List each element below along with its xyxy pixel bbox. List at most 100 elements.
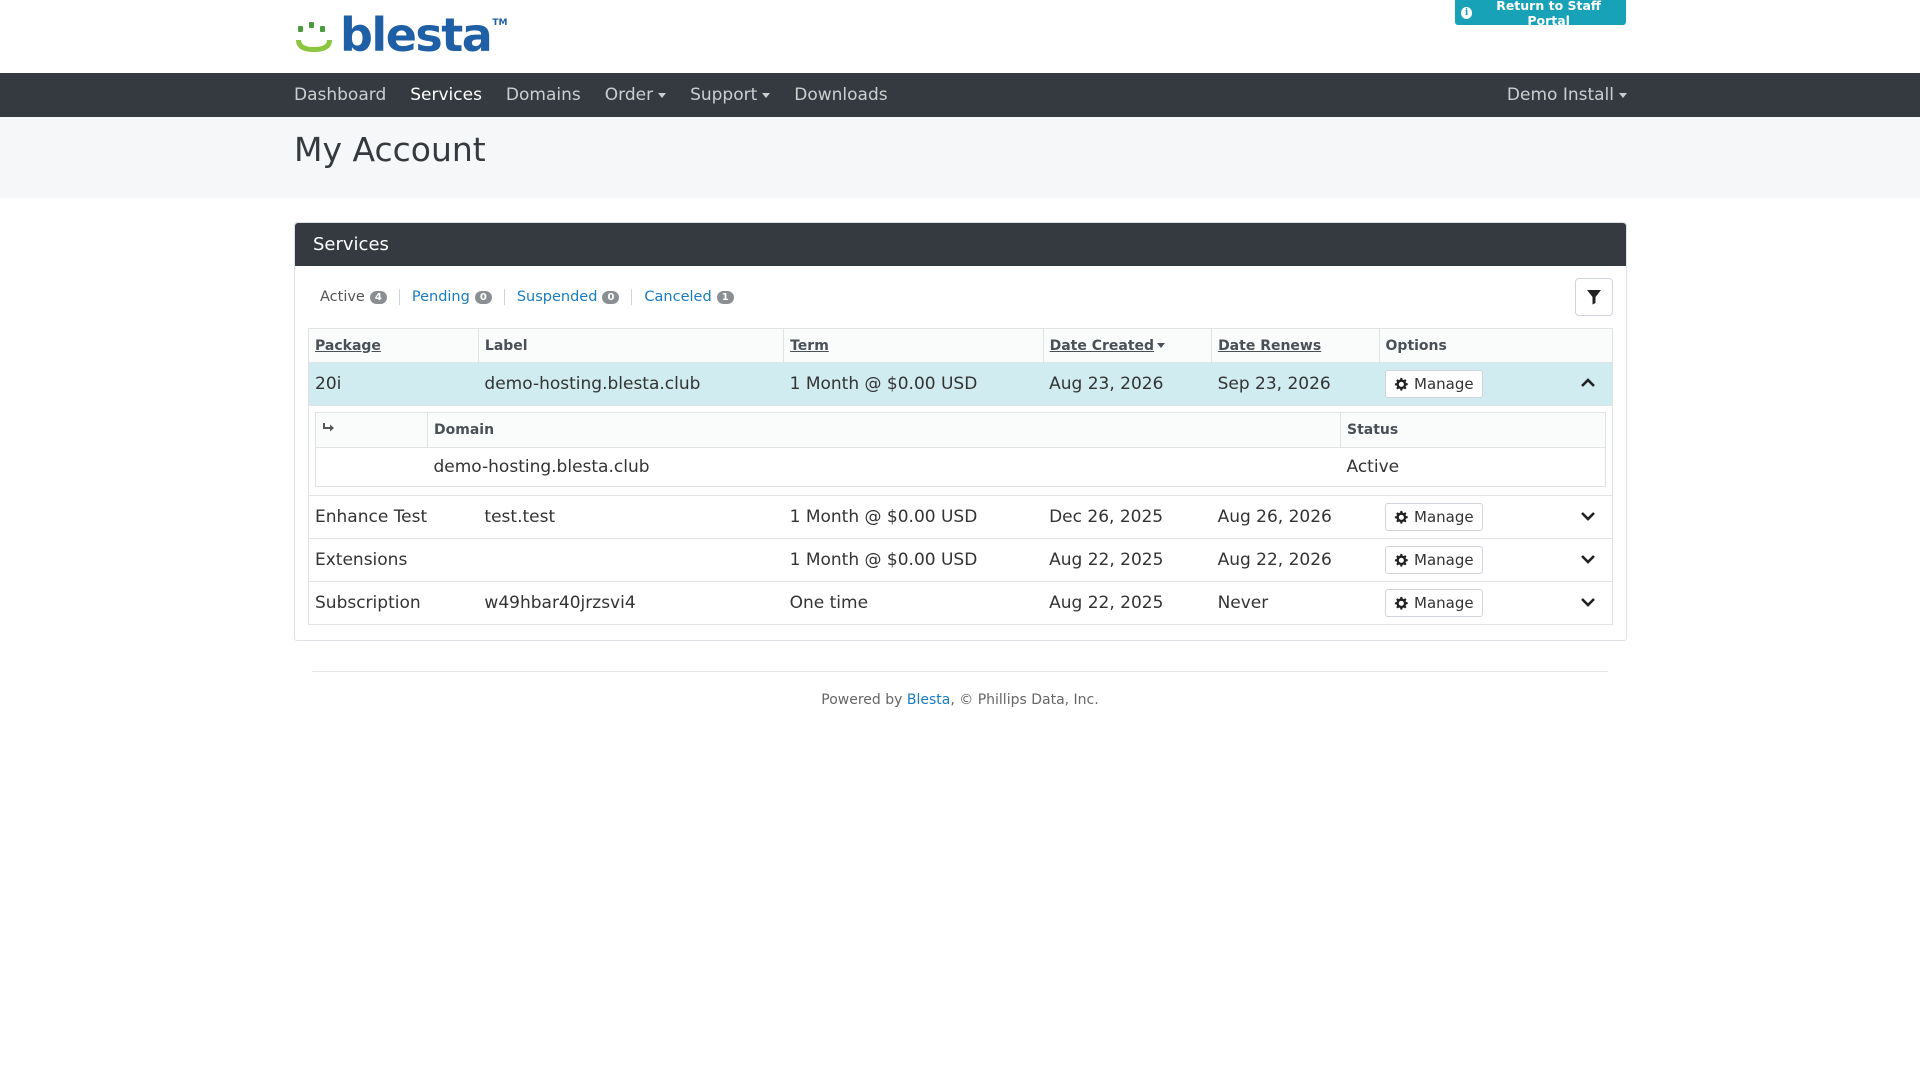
sort-desc-icon xyxy=(1157,343,1166,348)
expanded-detail-row: Domain Status demo-hosting.blesta.club A… xyxy=(308,405,1613,496)
cell-toggle[interactable] xyxy=(1574,581,1613,625)
gear-icon xyxy=(1394,596,1408,610)
column-label: Label xyxy=(478,328,785,363)
manage-button[interactable]: Manage xyxy=(1385,546,1483,574)
manage-label: Manage xyxy=(1414,375,1474,393)
logo-smile-icon xyxy=(294,18,336,58)
site-header: blesta TM i Return to Staff Portal xyxy=(0,0,1920,73)
filter-icon xyxy=(1587,290,1601,305)
status-tabs: Active 4 Pending 0 Suspended 0 Canceled … xyxy=(308,266,1613,328)
cell-term: One time xyxy=(783,581,1044,625)
main-nav: Dashboard Services Domains Order Support… xyxy=(0,73,1920,117)
site-footer: Powered by Blesta, © Phillips Data, Inc. xyxy=(312,671,1608,708)
reply-arrow-header xyxy=(315,412,428,448)
nav-dashboard[interactable]: Dashboard xyxy=(294,85,386,105)
gear-icon xyxy=(1394,510,1408,524)
table-row[interactable]: 20i demo-hosting.blesta.club 1 Month @ $… xyxy=(308,362,1613,406)
services-table: Package Label Term Date Created Date Ren… xyxy=(308,328,1613,625)
count-badge: 4 xyxy=(369,290,387,304)
gear-icon xyxy=(1394,377,1408,391)
status-tab-label: Active xyxy=(320,289,365,305)
services-card-title: Services xyxy=(295,223,1626,266)
return-to-staff-portal-button[interactable]: i Return to Staff Portal xyxy=(1455,0,1626,28)
service-detail-table: Domain Status demo-hosting.blesta.club A… xyxy=(315,412,1606,487)
account-menu[interactable]: Demo Install xyxy=(1507,85,1627,105)
status-tab-suspended[interactable]: Suspended 0 xyxy=(503,289,632,305)
filter-button[interactable] xyxy=(1575,278,1613,316)
detail-column-domain: Domain xyxy=(427,412,1341,448)
nav-domains[interactable]: Domains xyxy=(506,85,581,105)
cell-term: 1 Month @ $0.00 USD xyxy=(783,495,1044,539)
manage-button[interactable]: Manage xyxy=(1385,589,1483,617)
nav-support-label: Support xyxy=(690,85,758,105)
table-header-row: Package Label Term Date Created Date Ren… xyxy=(308,328,1613,363)
column-package[interactable]: Package xyxy=(308,328,479,363)
cell-date-created: Aug 22, 2025 xyxy=(1043,581,1212,625)
caret-down-icon xyxy=(1619,92,1627,98)
cell-date-created: Aug 23, 2026 xyxy=(1043,362,1212,406)
detail-spacer xyxy=(316,448,428,487)
cell-label: w49hbar40jrzsvi4 xyxy=(478,581,784,625)
caret-down-icon xyxy=(762,92,771,98)
footer-blesta-link[interactable]: Blesta xyxy=(907,692,950,708)
gear-icon xyxy=(1394,553,1408,567)
logo-text: blesta xyxy=(340,8,493,62)
blesta-logo[interactable]: blesta TM xyxy=(294,12,507,58)
column-date-created-label: Date Created xyxy=(1049,337,1155,354)
nav-downloads[interactable]: Downloads xyxy=(794,85,887,105)
cell-options: Manage xyxy=(1379,495,1574,539)
manage-label: Manage xyxy=(1414,594,1474,612)
detail-header-row: Domain Status xyxy=(315,412,1606,448)
status-tab-label: Pending xyxy=(411,289,470,305)
cell-toggle[interactable] xyxy=(1574,362,1613,406)
status-tab-label: Suspended xyxy=(516,289,598,305)
services-card: Services Active 4 Pending 0 Suspended 0 … xyxy=(294,222,1627,641)
status-tab-label: Canceled xyxy=(644,289,712,305)
chevron-down-icon xyxy=(1581,512,1595,521)
cell-label: test.test xyxy=(478,495,784,539)
status-tab-canceled[interactable]: Canceled 1 xyxy=(631,289,745,305)
cell-term: 1 Month @ $0.00 USD xyxy=(783,538,1044,582)
chevron-down-icon xyxy=(1581,555,1595,564)
manage-label: Manage xyxy=(1414,508,1474,526)
table-row[interactable]: Subscription w49hbar40jrzsvi4 One time A… xyxy=(308,581,1613,625)
cell-package: 20i xyxy=(308,362,479,406)
column-term[interactable]: Term xyxy=(783,328,1044,363)
cell-label: demo-hosting.blesta.club xyxy=(478,362,784,406)
cell-toggle[interactable] xyxy=(1574,538,1613,582)
status-tab-active[interactable]: Active 4 xyxy=(308,289,399,305)
chevron-down-icon xyxy=(1581,598,1595,607)
expanded-detail-cell: Domain Status demo-hosting.blesta.club A… xyxy=(308,405,1613,496)
detail-status: Active xyxy=(1346,457,1400,477)
return-to-staff-portal-label: Return to Staff Portal xyxy=(1496,0,1602,28)
cell-options: Manage xyxy=(1379,581,1574,625)
cell-package: Extensions xyxy=(308,538,479,582)
cell-label xyxy=(478,538,784,582)
nav-support[interactable]: Support xyxy=(690,85,771,105)
column-date-created[interactable]: Date Created xyxy=(1043,328,1213,363)
logo-trademark: TM xyxy=(492,18,508,28)
detail-column-status: Status xyxy=(1340,412,1606,448)
cell-options: Manage xyxy=(1379,538,1574,582)
cell-date-created: Aug 22, 2025 xyxy=(1043,538,1212,582)
manage-button[interactable]: Manage xyxy=(1385,503,1483,531)
caret-down-icon xyxy=(658,92,667,98)
nav-order[interactable]: Order xyxy=(605,85,667,105)
cell-toggle[interactable] xyxy=(1574,495,1613,539)
info-icon: i xyxy=(1461,6,1473,19)
column-date-renews[interactable]: Date Renews xyxy=(1211,328,1380,363)
count-badge: 0 xyxy=(474,290,492,304)
table-row[interactable]: Extensions 1 Month @ $0.00 USD Aug 22, 2… xyxy=(308,538,1613,582)
count-badge: 1 xyxy=(716,290,734,304)
nav-services[interactable]: Services xyxy=(410,85,482,105)
page-title-band: My Account xyxy=(0,117,1920,198)
table-row[interactable]: Enhance Test test.test 1 Month @ $0.00 U… xyxy=(308,495,1613,539)
chevron-up-icon xyxy=(1581,378,1595,387)
status-tab-pending[interactable]: Pending 0 xyxy=(398,289,504,305)
detail-domain: demo-hosting.blesta.club xyxy=(433,457,650,477)
count-badge: 0 xyxy=(602,290,620,304)
cell-options: Manage xyxy=(1379,362,1574,406)
cell-date-renews: Never xyxy=(1211,581,1380,625)
manage-button[interactable]: Manage xyxy=(1385,370,1483,398)
page-title: My Account xyxy=(294,130,486,169)
